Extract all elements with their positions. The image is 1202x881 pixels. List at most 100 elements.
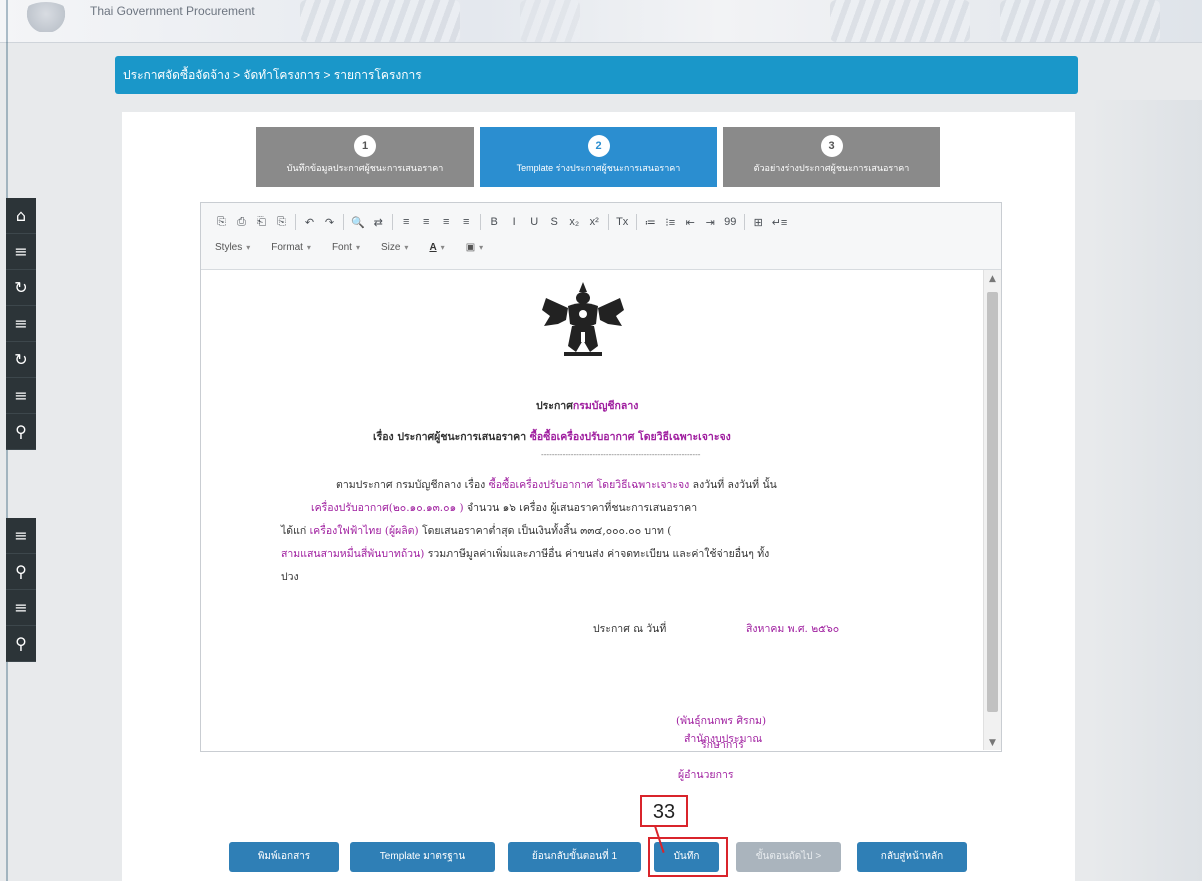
toolbar-button-icon[interactable]: ⎘ [215, 214, 228, 230]
toolbar-button-icon[interactable]: x₂ [568, 214, 581, 230]
chevron-down-icon: ▾ [404, 243, 409, 252]
step-label: Template ร่างประกาศผู้ชนะการเสนอราคา [516, 163, 681, 173]
editor-scrollbar[interactable]: ▲ ▼ [983, 270, 1001, 750]
chevron-down-icon: ▾ [246, 243, 251, 252]
toolbar-separator [607, 214, 609, 230]
menu-icon[interactable]: ≡ [6, 306, 36, 342]
search-icon[interactable]: ⚲ [6, 626, 36, 662]
government-seal-logo [20, 2, 72, 32]
toolbar-separator [295, 214, 296, 230]
rich-text-editor[interactable]: ⎘ ⎙ ⎗ ⎘ ↶ ↷ 🔍 ⇄ ≡ ≡ ≡ ≡ B I U Sx₂ x² Tx ≔ ⁝≡ ⇤ ⇥ 99 ⊞ ↵≡ Styles ▾… [200, 202, 1002, 781]
toolbar-button-icon[interactable]: ⁝≡ [664, 214, 677, 230]
toolbar-button-icon[interactable]: ⇄ [372, 214, 385, 230]
next-step-button[interactable]: ขั้นตอนถัดไป > [736, 842, 841, 872]
sidebar-group-main: ⌂ ≡ ↻ ≡ ↻ ≡ ⚲ [6, 198, 36, 450]
toolbar-button-icon[interactable]: Tx [616, 214, 629, 230]
toolbar-button-icon[interactable]: ⇤ [684, 214, 697, 230]
refresh-icon[interactable]: ↻ [6, 270, 36, 306]
doc-field: เครื่องปรับอากาศ(๒๐.๑๐.๑๓.๐๑ ) [311, 502, 464, 514]
menu-icon[interactable]: ≡ [6, 590, 36, 626]
search-icon[interactable]: ⚲ [6, 554, 36, 590]
toolbar-button-icon[interactable]: ⊞ [752, 214, 765, 230]
format-label: Format [271, 242, 303, 253]
toolbar-button-icon[interactable]: x² [588, 214, 601, 230]
toolbar-button-icon[interactable]: ≡ [460, 214, 473, 230]
background-color-button[interactable]: ▣ ▾ [466, 242, 483, 253]
font-dropdown[interactable]: Font ▾ [332, 242, 360, 253]
doc-field: สามแสนสามหมื่นสี่พันบาทถ้วน) [281, 548, 425, 560]
chevron-down-icon: ▾ [479, 243, 484, 252]
doc-text: ได้แก่ [281, 525, 307, 537]
search-icon[interactable]: ⚲ [6, 414, 36, 450]
toolbar-button-icon[interactable]: ≔ [644, 214, 657, 230]
header-decoration [520, 0, 580, 42]
background-shade [1088, 100, 1202, 881]
header-decoration [830, 0, 970, 42]
menu-icon[interactable]: ≡ [6, 378, 36, 414]
size-dropdown[interactable]: Size ▾ [381, 242, 408, 253]
step-number: 2 [587, 135, 610, 157]
text-color-icon: A [429, 242, 437, 253]
toolbar-button-icon[interactable]: B [488, 214, 501, 230]
doc-text: ลงวันที่ ลงวันที่ นั้น [692, 479, 777, 491]
menu-icon[interactable]: ≡ [6, 234, 36, 270]
background-color-icon: ▣ [465, 242, 476, 253]
toolbar-button-icon[interactable]: ≡ [440, 214, 453, 230]
doc-title-prefix: ประกาศ [536, 400, 573, 412]
back-to-home-button[interactable]: กลับสู่หน้าหลัก [857, 842, 967, 872]
doc-text: ตามประกาศ กรมบัญชีกลาง เรื่อง [336, 479, 486, 491]
format-dropdown[interactable]: Format ▾ [271, 242, 311, 253]
scroll-down-icon[interactable]: ▼ [984, 738, 1001, 748]
toolbar-button-icon[interactable]: ⎙ [235, 214, 248, 230]
doc-subject-item: ซื้อซื้อเครื่องปรับอากาศ โดยวิธีเฉพาะเจา… [529, 431, 731, 443]
toolbar-button-icon[interactable]: I [508, 214, 521, 230]
toolbar-button-icon[interactable]: ⎗ [255, 214, 268, 230]
app-title: Thai Government Procurement [90, 4, 255, 18]
top-header: Thai Government Procurement [0, 0, 1202, 43]
toolbar-separator [743, 214, 745, 230]
step-2-tab[interactable]: 2 Template ร่างประกาศผู้ชนะการเสนอราคา [480, 127, 717, 187]
chevron-down-icon: ▾ [355, 243, 360, 252]
editor-document-body[interactable]: ประกาศกรมบัญชีกลาง เรื่อง ประกาศผู้ชนะกา… [201, 270, 983, 750]
step-3-tab[interactable]: 3 ตัวอย่างร่างประกาศผู้ชนะการเสนอราคา [723, 127, 940, 187]
styles-dropdown[interactable]: Styles ▾ [215, 242, 250, 253]
toolbar-button-icon[interactable]: S [548, 214, 561, 230]
toolbar-button-icon[interactable]: ↶ [303, 214, 316, 230]
toolbar-button-icon[interactable]: 99 [724, 214, 737, 230]
styles-label: Styles [215, 242, 243, 253]
doc-date-value: สิงหาคม พ.ศ. ๒๕๖๐ [746, 623, 840, 635]
doc-text: ปวง [281, 571, 299, 583]
toolbar-separator [635, 214, 637, 230]
header-decoration [1000, 0, 1160, 42]
refresh-icon[interactable]: ↻ [6, 342, 36, 378]
toolbar-button-icon[interactable]: ≡ [400, 214, 413, 230]
text-color-button[interactable]: A ▾ [429, 242, 444, 253]
breadcrumb: ประกาศจัดซื้อจัดจ้าง > จัดทำโครงการ > รา… [115, 56, 1078, 94]
toolbar-button-icon[interactable]: U [528, 214, 541, 230]
scroll-up-icon[interactable]: ▲ [984, 274, 1001, 284]
doc-text: จำนวน ๑๖ เครื่อง ผู้เสนอราคาที่ชนะการเสน… [466, 502, 698, 514]
toolbar-button-icon[interactable]: ⎘ [275, 214, 288, 230]
doc-text: โดยเสนอราคาต่ำสุด เป็นเงินทั้งสิ้น ๓๓๔,๐… [421, 525, 672, 537]
toolbar-button-icon[interactable]: 🔍 [351, 214, 365, 230]
toolbar-button-icon[interactable]: ≡ [420, 214, 433, 230]
step-1-tab[interactable]: 1 บันทึกข้อมูลประกาศผู้ชนะการเสนอราคา [256, 127, 474, 187]
sidebar-group-secondary: ≡ ⚲ ≡ ⚲ [6, 518, 36, 662]
standard-template-button[interactable]: Template มาตรฐาน [350, 842, 495, 872]
annotation-callout: 33 [640, 795, 688, 827]
chevron-down-icon: ▾ [440, 243, 445, 252]
scrollbar-thumb[interactable] [987, 292, 998, 712]
doc-text: รวมภาษีมูลค่าเพิ่มและภาษีอื่น ค่าขนส่ง ค… [427, 548, 770, 560]
print-document-button[interactable]: พิมพ์เอกสาร [229, 842, 339, 872]
menu-icon[interactable]: ≡ [6, 518, 36, 554]
toolbar-button-icon[interactable]: ↷ [323, 214, 336, 230]
doc-signer-position: สำนักงบประมาณ [684, 733, 763, 745]
toolbar-separator [391, 214, 393, 230]
step-label: ตัวอย่างร่างประกาศผู้ชนะการเสนอราคา [753, 163, 910, 173]
toolbar-button-icon[interactable]: ↵≡ [772, 214, 788, 230]
back-to-step-1-button[interactable]: ย้อนกลับขั้นตอนที่ 1 [508, 842, 641, 872]
step-number: 1 [354, 135, 376, 157]
home-icon[interactable]: ⌂ [6, 198, 36, 234]
toolbar-button-icon[interactable]: ⇥ [704, 214, 717, 230]
header-decoration [300, 0, 460, 42]
